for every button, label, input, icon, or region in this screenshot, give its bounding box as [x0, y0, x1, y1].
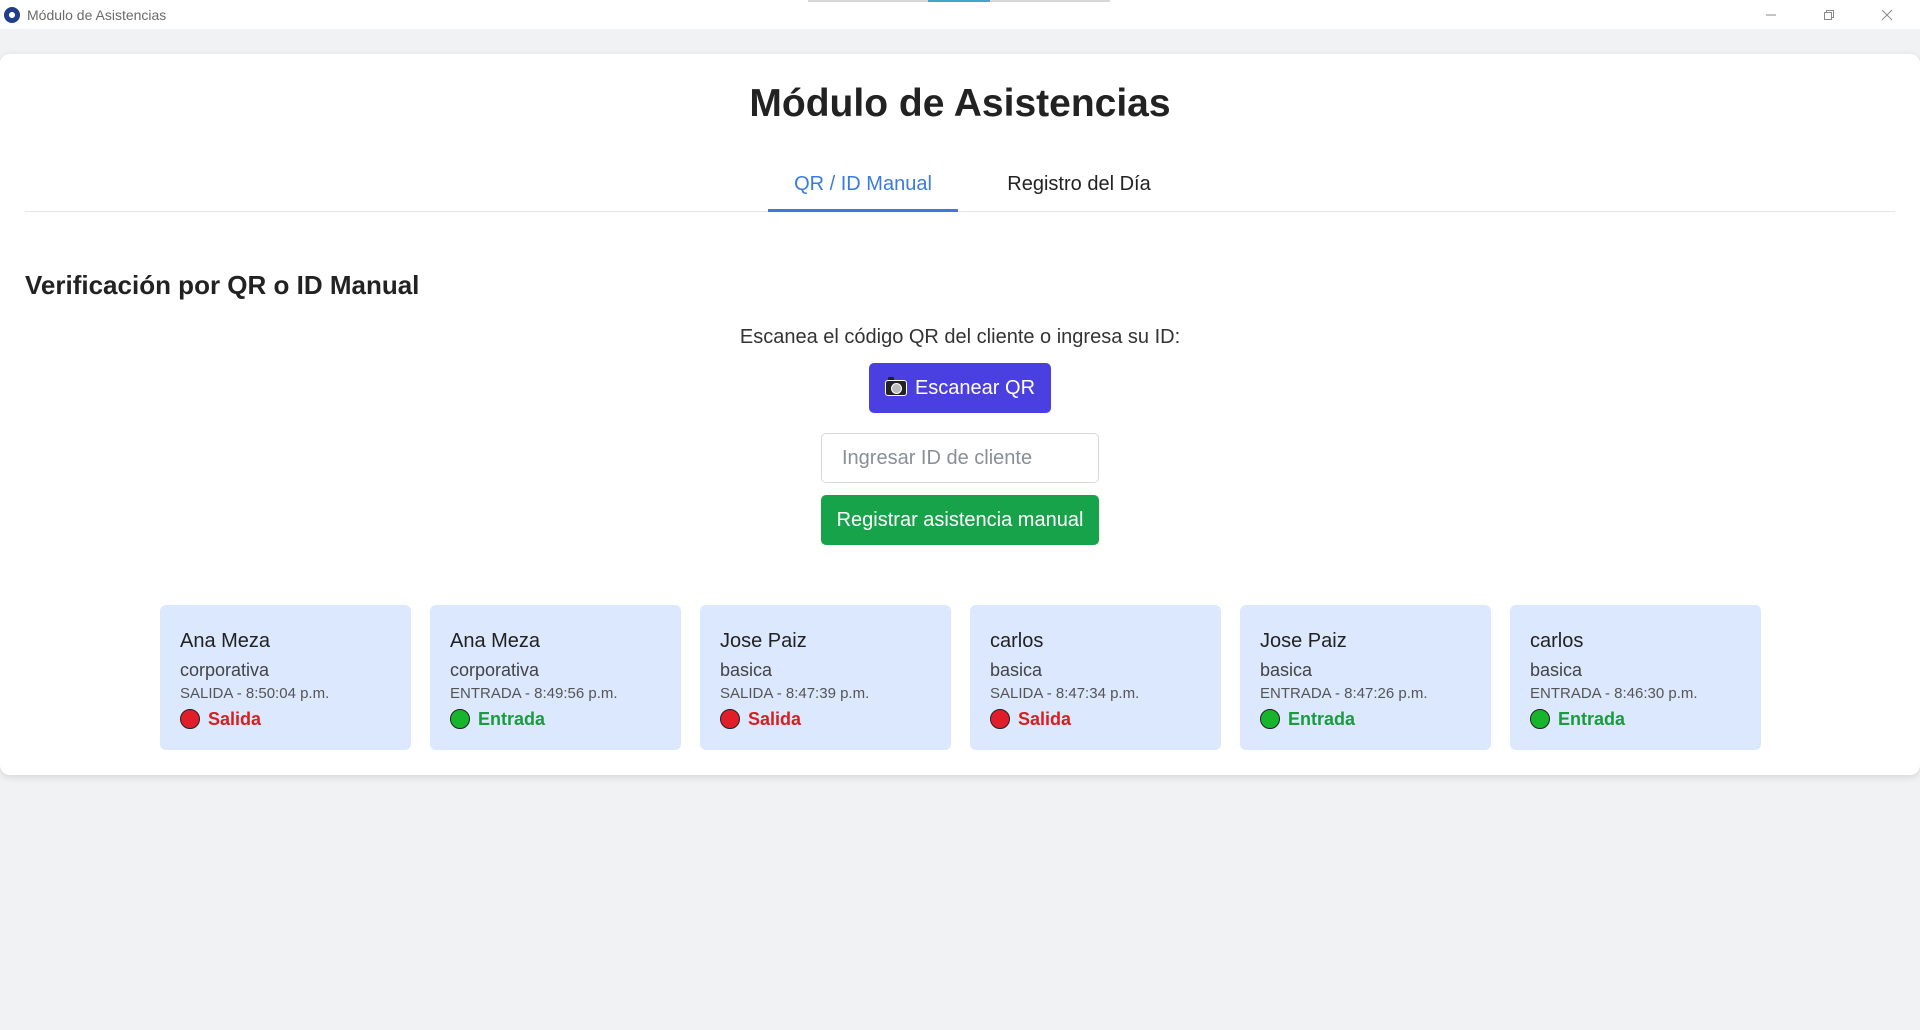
record-plan: basica: [720, 660, 773, 680]
green-circle-icon: [1260, 709, 1280, 729]
record-status-label: Salida: [748, 709, 802, 729]
record-status: Salida: [720, 708, 931, 730]
titlebar-indicator-active: [928, 0, 990, 2]
record-status: Entrada: [450, 708, 661, 730]
main-card: Módulo de Asistencias QR / ID Manual Reg…: [0, 54, 1920, 775]
tab-registro-del-dia[interactable]: Registro del Día: [979, 164, 1179, 212]
app-logo-icon: [4, 7, 20, 23]
record-plan: basica: [1260, 660, 1313, 680]
scan-prompt: Escanea el código QR del cliente o ingre…: [739, 326, 1181, 348]
record-plan: basica: [990, 660, 1043, 680]
green-circle-icon: [1530, 709, 1550, 729]
record-card: carlos basica ENTRADA - 8:46:30 p.m. Ent…: [1510, 605, 1761, 750]
restore-icon: [1824, 9, 1834, 20]
record-status: Entrada: [1260, 708, 1471, 730]
record-status-label: Entrada: [478, 709, 546, 729]
record-plan: corporativa: [450, 660, 540, 680]
record-plan: basica: [1530, 660, 1583, 680]
record-event: ENTRADA - 8:49:56 p.m.: [450, 685, 618, 702]
record-card: Ana Meza corporativa SALIDA - 8:50:04 p.…: [160, 605, 411, 750]
client-id-input[interactable]: [821, 433, 1099, 483]
record-name: Ana Meza: [180, 630, 271, 652]
record-name: Ana Meza: [450, 630, 541, 652]
red-circle-icon: [180, 709, 200, 729]
minimize-button[interactable]: [1743, 0, 1799, 29]
record-status-label: Salida: [208, 709, 262, 729]
record-card: carlos basica SALIDA - 8:47:34 p.m. Sali…: [970, 605, 1221, 750]
restore-button[interactable]: [1801, 0, 1857, 29]
record-status: Salida: [180, 708, 391, 730]
record-card: Ana Meza corporativa ENTRADA - 8:49:56 p…: [430, 605, 681, 750]
record-event: SALIDA - 8:47:39 p.m.: [720, 685, 870, 702]
green-circle-icon: [450, 709, 470, 729]
scan-qr-button[interactable]: Escanear QR: [869, 363, 1051, 413]
record-status-label: Salida: [1018, 709, 1072, 729]
close-button[interactable]: [1859, 0, 1915, 29]
titlebar-indicator-right: [990, 0, 1110, 2]
minimize-icon: [1766, 14, 1776, 15]
window-titlebar: Módulo de Asistencias: [0, 0, 1920, 29]
red-circle-icon: [990, 709, 1010, 729]
titlebar-indicator-left: [808, 0, 928, 2]
record-status-label: Entrada: [1288, 709, 1356, 729]
record-plan: corporativa: [180, 660, 270, 680]
record-name: carlos: [1530, 630, 1584, 652]
record-event: ENTRADA - 8:46:30 p.m.: [1530, 685, 1698, 702]
register-manual-button[interactable]: Registrar asistencia manual: [821, 495, 1099, 545]
close-icon: [1881, 9, 1893, 20]
tab-bar: QR / ID Manual Registro del Día: [25, 164, 1895, 212]
scan-qr-label: Escanear QR: [914, 376, 1036, 399]
record-name: Jose Paiz: [720, 630, 807, 652]
camera-icon: [884, 377, 907, 396]
record-status: Entrada: [1530, 708, 1741, 730]
record-status-label: Entrada: [1558, 709, 1626, 729]
record-event: ENTRADA - 8:47:26 p.m.: [1260, 685, 1428, 702]
record-card: Jose Paiz basica SALIDA - 8:47:39 p.m. S…: [700, 605, 951, 750]
record-card: Jose Paiz basica ENTRADA - 8:47:26 p.m. …: [1240, 605, 1491, 750]
red-circle-icon: [720, 709, 740, 729]
record-status: Salida: [990, 708, 1201, 730]
page-title: Módulo de Asistencias: [749, 82, 1171, 125]
tab-qr-id-manual[interactable]: QR / ID Manual: [768, 164, 958, 212]
record-event: SALIDA - 8:47:34 p.m.: [990, 685, 1140, 702]
window-title: Módulo de Asistencias: [27, 7, 167, 23]
record-event: SALIDA - 8:50:04 p.m.: [180, 685, 330, 702]
section-title: Verificación por QR o ID Manual: [25, 270, 420, 300]
record-name: Jose Paiz: [1260, 630, 1347, 652]
record-name: carlos: [990, 630, 1044, 652]
